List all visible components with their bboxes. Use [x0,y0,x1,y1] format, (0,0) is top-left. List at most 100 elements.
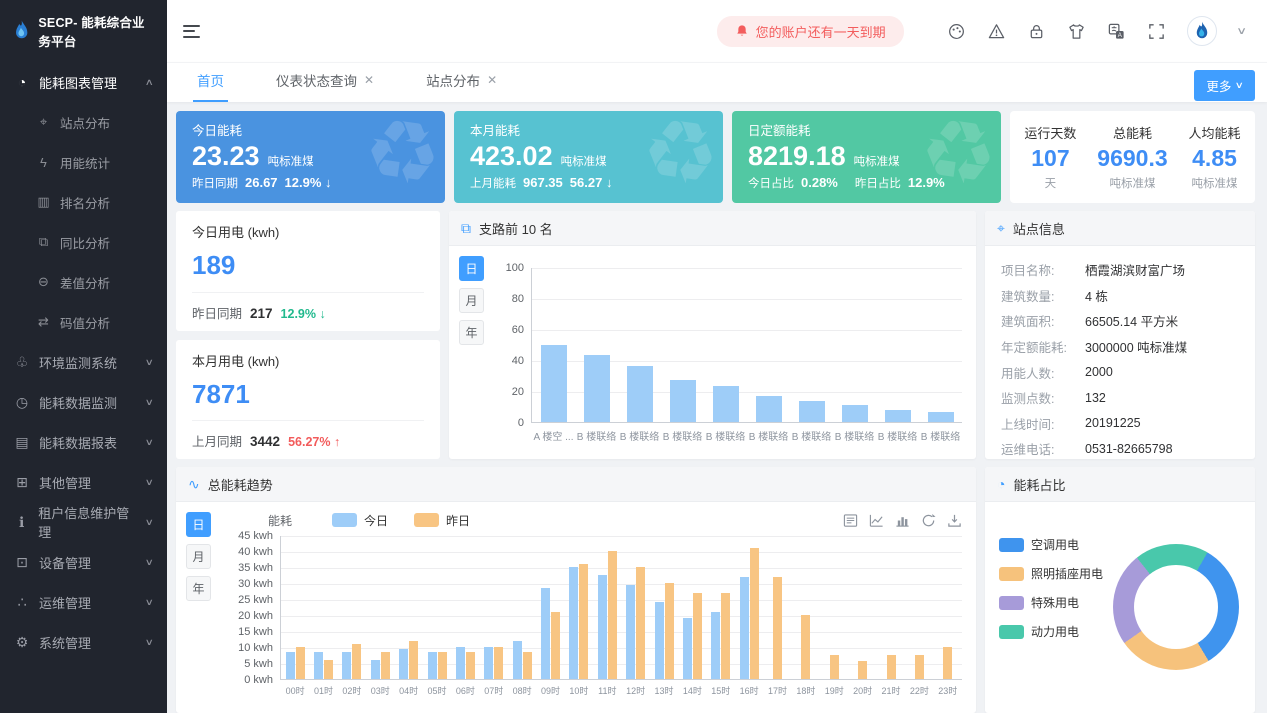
tab-1[interactable]: 仪表状态查询✕ [272,70,378,102]
theme-palette-icon[interactable] [947,22,966,41]
period-toggle-年[interactable]: 年 [459,320,484,345]
site-info-row: 年定额能耗:3000000 吨标准煤 [1001,334,1239,360]
today-electricity-card: 今日用电 (kwh) 189 昨日同期217 12.9% ↓ [176,211,440,331]
sidebar-subitem-minus-circle[interactable]: ⊖差值分析 [0,262,167,302]
bar-group [678,593,706,679]
pie-legend-item-动力用电[interactable]: 动力用电 [999,623,1103,640]
avatar-flame-icon [1193,21,1211,42]
legend-label: 今日 [364,512,388,529]
bar-昨日 [915,655,924,679]
bar-group [338,644,366,679]
pie-legend-item-照明插座用电[interactable]: 照明插座用电 [999,565,1103,582]
tab-0[interactable]: 首页 [193,70,228,102]
branch-plot-area: A 楼空 ...B 楼联络B 楼联络B 楼联络B 楼联络B 楼联络B 楼联络B … [531,268,962,423]
download-icon[interactable] [947,513,962,528]
refresh-icon[interactable] [921,513,936,528]
tab-2[interactable]: 站点分布✕ [422,70,501,102]
chevron-down-icon: ∨ [145,437,154,448]
bar-昨日 [801,615,810,679]
sidebar-item-label: 其他管理 [39,473,91,492]
middle-row: 今日用电 (kwh) 189 昨日同期217 12.9% ↓ 本月用电 (kwh… [176,211,1255,459]
y-tick: 100 [506,262,524,274]
stat-value: 9690.3 [1097,145,1167,173]
bar-group [792,615,820,679]
x-tick-label: B 楼联络 [575,428,618,443]
kpi-unit: 吨标准煤 [854,153,900,169]
branch-chart: 日月年 100806040200 A 楼空 ...B 楼联络B 楼联络B 楼联络… [449,246,976,459]
x-tick-label: 01时 [309,684,337,697]
panel-title: 站点信息 [1013,219,1065,238]
collapse-menu-icon[interactable] [183,25,201,38]
sidebar-item-leaf[interactable]: ♧环境监测系统∨ [0,342,167,382]
period-toggle-日[interactable]: 日 [186,512,211,537]
pie-legend-item-特殊用电[interactable]: 特殊用电 [999,594,1103,611]
kpi-title: 本月能耗 [470,120,707,139]
sidebar-item-info[interactable]: ℹ租户信息维护管理∨ [0,502,167,542]
bar-昨日 [636,567,645,679]
bar-昨日 [381,652,390,679]
sidebar-item-nodes[interactable]: ∴运维管理∨ [0,582,167,622]
grid-icon: ⊞ [14,474,30,491]
sidebar-subitem-compare-windows[interactable]: ⧉同比分析 [0,222,167,262]
more-tabs-button[interactable]: 更多∨ [1194,70,1255,101]
line-chart-icon[interactable] [869,513,884,528]
sidebar-subitem-lightning[interactable]: ϟ用能统计 [0,142,167,182]
period-toggle-日[interactable]: 日 [459,256,484,281]
warning-icon[interactable] [987,22,1006,41]
tab-close-icon[interactable]: ✕ [487,73,497,87]
sidebar-item-label: 环境监测系统 [39,353,117,372]
bar-昨日 [579,564,588,679]
sidebar-item-report[interactable]: ▤能耗数据报表∨ [0,422,167,462]
user-menu-chevron-icon[interactable]: ∨ [1236,26,1247,37]
account-expiry-notice[interactable]: 您的账户还有一天到期 [717,16,904,47]
panel-title: 能耗占比 [1013,475,1065,494]
legend-item-今日[interactable]: 今日 [332,512,388,529]
chevron-down-icon: ∨ [145,477,154,488]
sidebar-item-gauge[interactable]: ◷能耗数据监测∨ [0,382,167,422]
main-area: 您的账户还有一天到期 A ∨ 首页 仪表状态查询✕ 站点分布✕ 更多∨ [167,0,1267,713]
x-tick-label: B 楼联络 [876,428,919,443]
tab-close-icon[interactable]: ✕ [364,73,374,87]
fullscreen-icon[interactable] [1147,22,1166,41]
chevron-down-icon: ∨ [145,637,154,648]
site-info-row: 运维电话:0531-82665798 [1001,436,1239,459]
panel-title: 总能耗趋势 [208,475,273,494]
x-tick-label: B 楼联络 [919,428,962,443]
lock-icon[interactable] [1027,22,1046,41]
bar-group [366,652,394,679]
x-tick-label: 17时 [763,684,791,697]
x-tick-label: 13时 [650,684,678,697]
user-avatar[interactable] [1187,16,1217,46]
trend-period-toggles: 日月年 [186,512,211,601]
legend-item-昨日[interactable]: 昨日 [414,512,470,529]
sidebar-item-label: 系统管理 [39,633,91,652]
period-toggle-年[interactable]: 年 [186,576,211,601]
sidebar-subitem-swap-arrows[interactable]: ⇄码值分析 [0,302,167,342]
bar-column [618,366,661,422]
sidebar-item-gear[interactable]: ⚙系统管理∨ [0,622,167,662]
language-icon[interactable]: A [1107,22,1126,41]
energy-share-panel: ◔ 能耗占比 空调用电照明插座用电特殊用电动力用电 [985,467,1255,713]
bar-chart-icon[interactable] [895,513,910,528]
device-icon: ⊡ [14,554,30,571]
y-tick: 60 [512,324,524,336]
period-toggle-月[interactable]: 月 [459,288,484,313]
sidebar-item-device[interactable]: ⊡设备管理∨ [0,542,167,582]
period-toggle-月[interactable]: 月 [186,544,211,569]
x-tick-label: 15时 [707,684,735,697]
legend-swatch [414,513,439,527]
sidebar-subitem-bar-chart[interactable]: ▥排名分析 [0,182,167,222]
skin-icon[interactable] [1067,22,1086,41]
leaf-icon: ♧ [14,354,30,371]
bar [799,401,825,422]
sidebar-subitem-antenna[interactable]: ⌖站点分布 [0,102,167,142]
sidebar-item-pie-chart[interactable]: ◔能耗图表管理∧ [0,62,167,102]
site-info-value: 132 [1085,391,1106,405]
sidebar-item-grid[interactable]: ⊞ 其他管理 ∨ [0,462,167,502]
data-view-icon[interactable] [843,513,858,528]
sidebar: SECP- 能耗综合业务平台 ◔能耗图表管理∧⌖站点分布ϟ用能统计▥排名分析⧉同… [0,0,167,713]
stat-unit: 吨标准煤 [1097,175,1167,191]
x-tick-label: 21时 [877,684,905,697]
pie-legend-item-空调用电[interactable]: 空调用电 [999,536,1103,553]
energy-trend-panel: ∿ 总能耗趋势 日月年 能耗 今日昨日 [176,467,976,713]
